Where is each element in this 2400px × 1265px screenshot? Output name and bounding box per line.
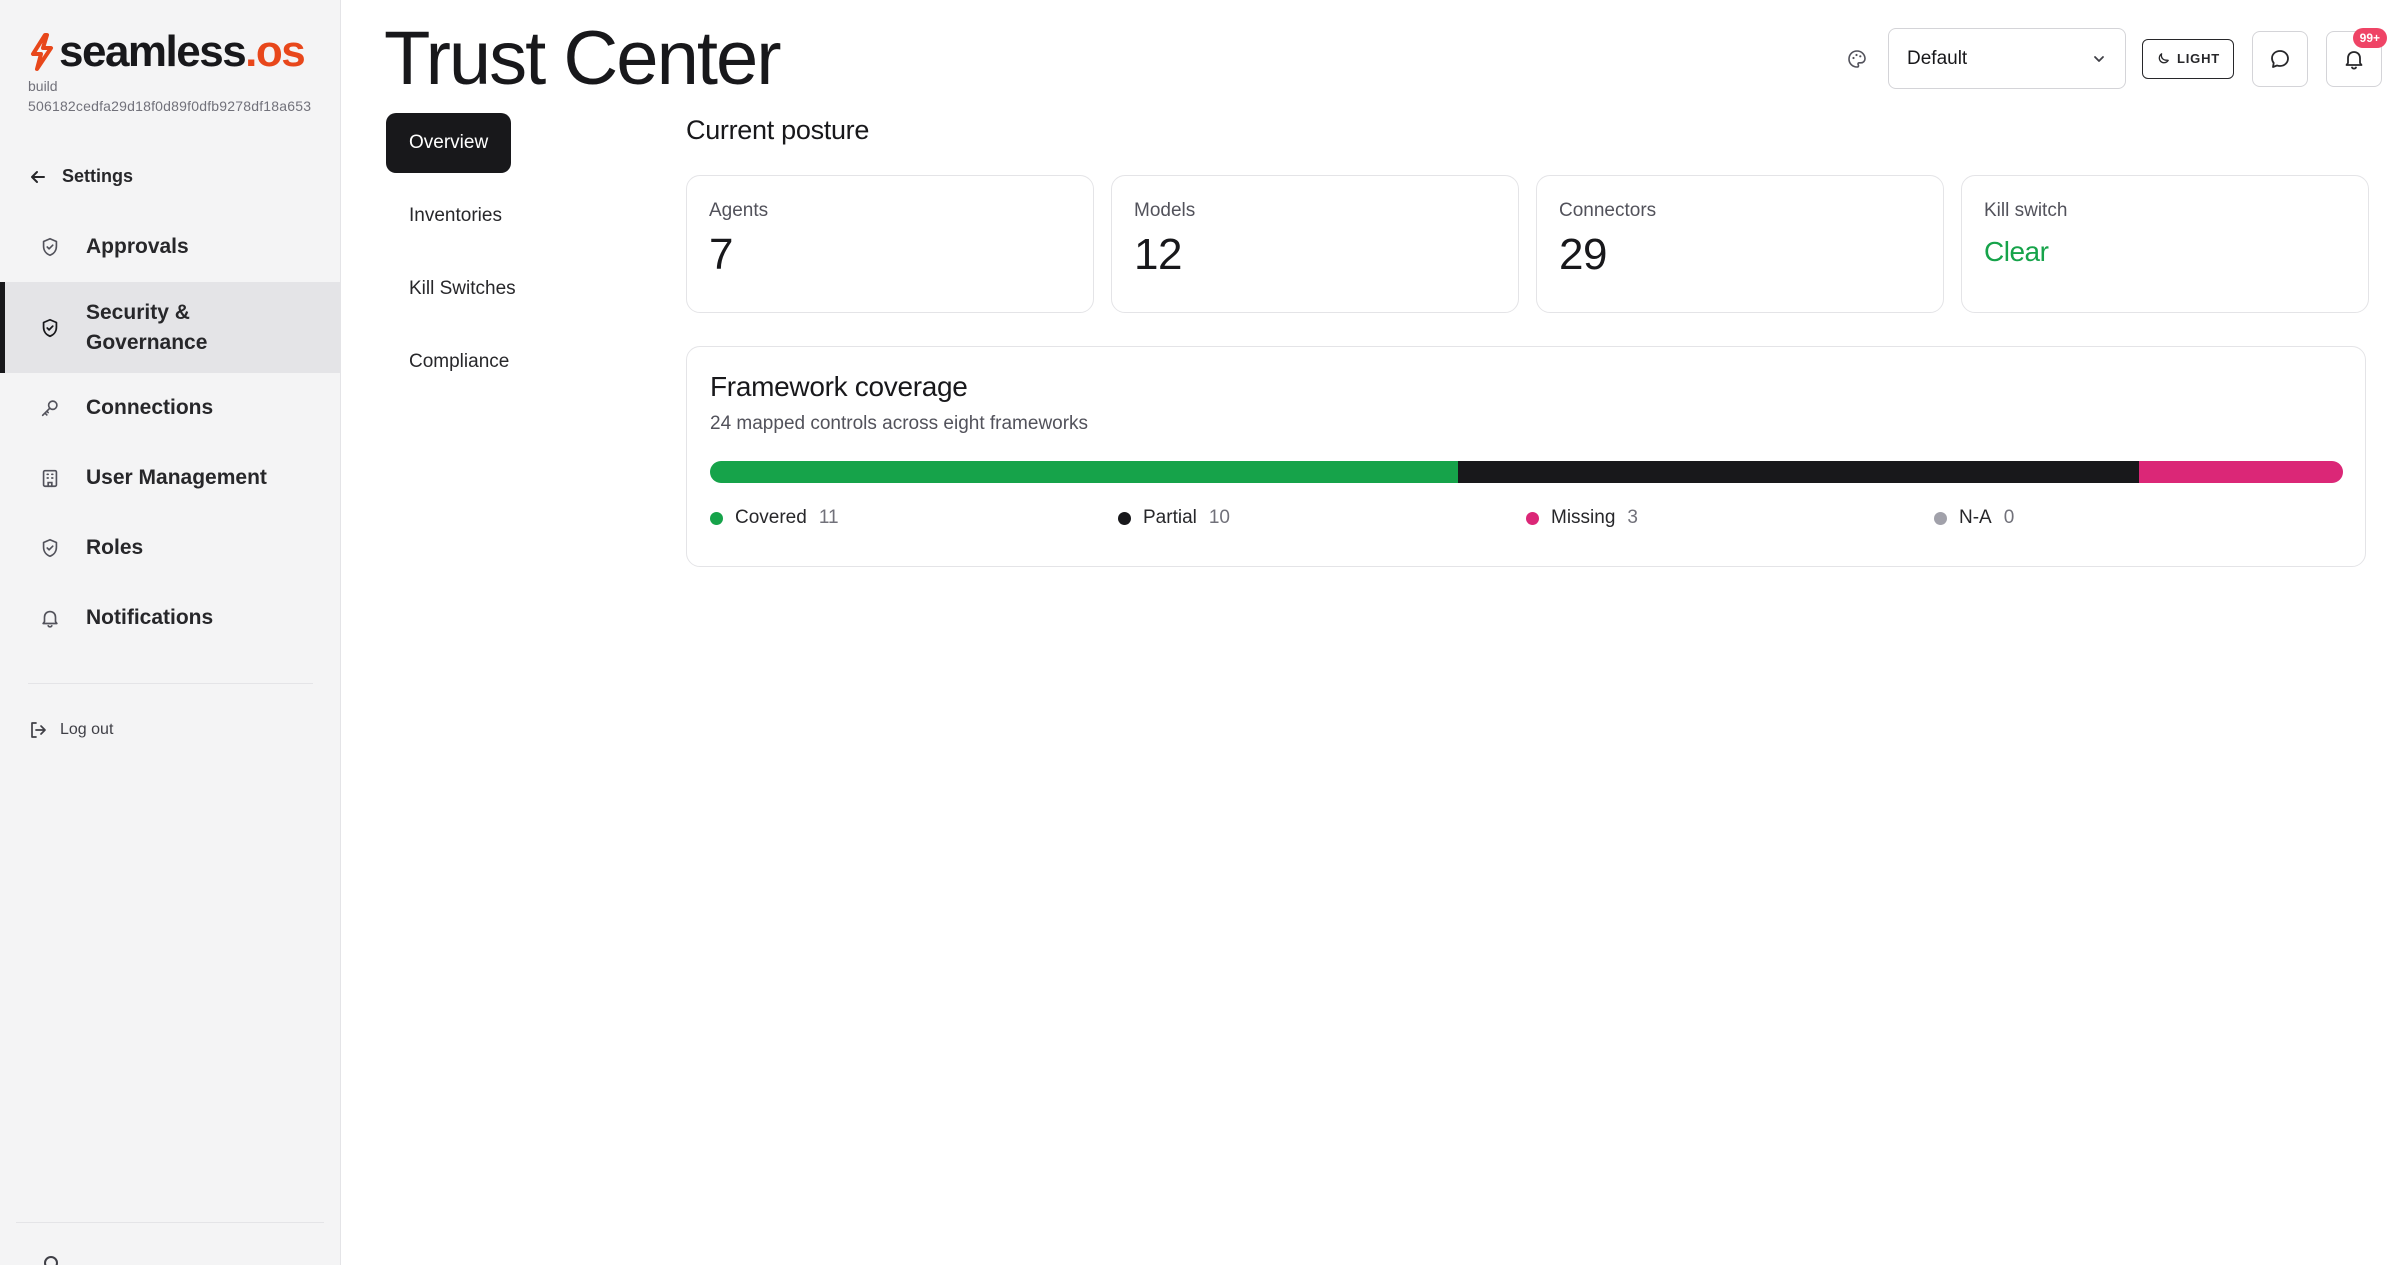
- theme-select-value: Default: [1907, 47, 1968, 69]
- build-label: build: [28, 78, 58, 94]
- stat-value: 7: [709, 230, 733, 279]
- page-title: Trust Center: [384, 16, 782, 101]
- stat-value: 12: [1134, 230, 1182, 279]
- back-to-settings-link[interactable]: Settings: [28, 166, 133, 187]
- stat-label: Agents: [709, 200, 769, 221]
- stat-label: Kill switch: [1984, 200, 2068, 221]
- legend-count: 11: [818, 507, 839, 528]
- legend-label: N-A: [1959, 507, 1992, 528]
- trust-center-tabs: Overview Inventories Kill Switches Compl…: [386, 113, 646, 405]
- coverage-segment-missing: [2138, 461, 2343, 483]
- tab-overview[interactable]: Overview: [386, 113, 512, 173]
- stat-label: Connectors: [1559, 200, 1657, 221]
- shield-check-icon: [38, 316, 62, 340]
- kill-switch-status: Clear: [1984, 236, 2049, 267]
- legend-dot: [1934, 511, 1947, 525]
- tab-kill-switches[interactable]: Kill Switches: [386, 259, 539, 319]
- sidebar-item-label: Roles: [86, 536, 144, 559]
- sidebar: seamless.os build 506182cedfa29d18f0d89f…: [0, 0, 341, 1265]
- moon-icon: [2158, 53, 2169, 64]
- legend-count: 0: [2003, 507, 2015, 528]
- legend-count: 3: [1627, 507, 1638, 528]
- sidebar-item-notifications[interactable]: Notifications: [0, 583, 340, 653]
- sidebar-footer-divider: [16, 1222, 324, 1223]
- stat-card-models: Models 12: [1111, 175, 1519, 313]
- back-link-label: Settings: [62, 166, 134, 186]
- logout-icon: [31, 722, 46, 738]
- stat-card-agents: Agents 7: [686, 175, 1094, 313]
- framework-coverage-card: Framework coverage 24 mapped controls ac…: [686, 346, 2366, 567]
- legend-label: Partial: [1143, 507, 1197, 528]
- header-controls: Default LIGHT 99+: [1846, 27, 2387, 89]
- sidebar-item-label: Notifications: [86, 606, 214, 629]
- notification-count-badge: 99+: [2352, 27, 2387, 48]
- settings-nav: Approvals Security & Governance Connecti…: [0, 212, 340, 653]
- coverage-legend: Covered 11 Partial 10 Missing 3 N-A 0: [710, 507, 2342, 529]
- legend-label: Covered: [735, 507, 807, 528]
- seamless-logo-icon: [31, 33, 53, 71]
- legend-dot: [1118, 511, 1131, 525]
- sidebar-item-label: User Management: [86, 466, 267, 489]
- bell-icon: [38, 606, 62, 630]
- stat-label: Models: [1134, 200, 1196, 221]
- build-hash: 506182cedfa29d18f0d89f0dfb9278df18a653: [28, 98, 312, 114]
- sidebar-item-connections[interactable]: Connections: [0, 373, 340, 443]
- bell-icon: [2345, 50, 2363, 70]
- chat-bubble-icon: [2271, 49, 2289, 68]
- stat-value: 29: [1559, 230, 1607, 279]
- logout-button[interactable]: Log out: [28, 720, 113, 740]
- coverage-bar: [710, 461, 2343, 483]
- theme-mode-label: LIGHT: [2177, 51, 2220, 66]
- sidebar-item-label: Connections: [86, 396, 214, 419]
- sidebar-divider: [28, 683, 313, 684]
- building-icon: [38, 466, 62, 490]
- theme-mode-toggle[interactable]: LIGHT: [2142, 38, 2234, 79]
- legend-label: Missing: [1551, 507, 1616, 528]
- legend-count: 10: [1208, 507, 1230, 528]
- framework-coverage-subtitle: 24 mapped controls across eight framewor…: [710, 413, 1089, 434]
- brand-logo[interactable]: seamless.os: [27, 27, 306, 76]
- notifications-button[interactable]: 99+: [2326, 27, 2387, 87]
- shield-check-icon: [38, 235, 62, 259]
- logout-label: Log out: [60, 721, 114, 738]
- sidebar-item-label: Security & Governance: [86, 300, 208, 354]
- legend-item-n-a: N-A 0: [1934, 507, 2342, 529]
- coverage-segment-partial: [1458, 461, 2139, 483]
- chevron-down-icon: [2094, 55, 2104, 62]
- sidebar-item-approvals[interactable]: Approvals: [0, 212, 340, 282]
- sidebar-item-security-governance[interactable]: Security & Governance: [0, 282, 340, 373]
- legend-dot: [1526, 511, 1539, 525]
- stat-card-kill-switch: Kill switch Clear: [1961, 175, 2369, 313]
- shield-check-icon: [38, 536, 62, 560]
- user-avatar-icon[interactable]: [44, 1256, 58, 1265]
- framework-coverage-title: Framework coverage: [710, 371, 968, 402]
- sidebar-item-label: Approvals: [86, 235, 189, 258]
- posture-stats: Agents 7 Models 12 Connectors 29 Kill sw…: [686, 175, 2369, 313]
- sidebar-item-user-management[interactable]: User Management: [0, 443, 340, 513]
- chat-button[interactable]: [2252, 30, 2308, 87]
- current-posture-title: Current posture: [686, 115, 870, 145]
- logo-text: seamless.os: [59, 27, 306, 76]
- theme-select[interactable]: Default: [1888, 28, 2126, 89]
- sidebar-item-roles[interactable]: Roles: [0, 513, 340, 583]
- legend-item-missing: Missing 3: [1526, 507, 1934, 529]
- arrow-left-icon: [31, 170, 45, 183]
- tab-inventories[interactable]: Inventories: [386, 186, 525, 246]
- key-icon: [38, 396, 62, 420]
- coverage-segment-covered: [710, 461, 1459, 483]
- legend-dot: [710, 511, 723, 525]
- stat-card-connectors: Connectors 29: [1536, 175, 1944, 313]
- tab-compliance[interactable]: Compliance: [386, 332, 532, 392]
- palette-icon: [1848, 49, 1866, 68]
- legend-item-covered: Covered 11: [710, 507, 1118, 529]
- legend-item-partial: Partial 10: [1118, 507, 1526, 529]
